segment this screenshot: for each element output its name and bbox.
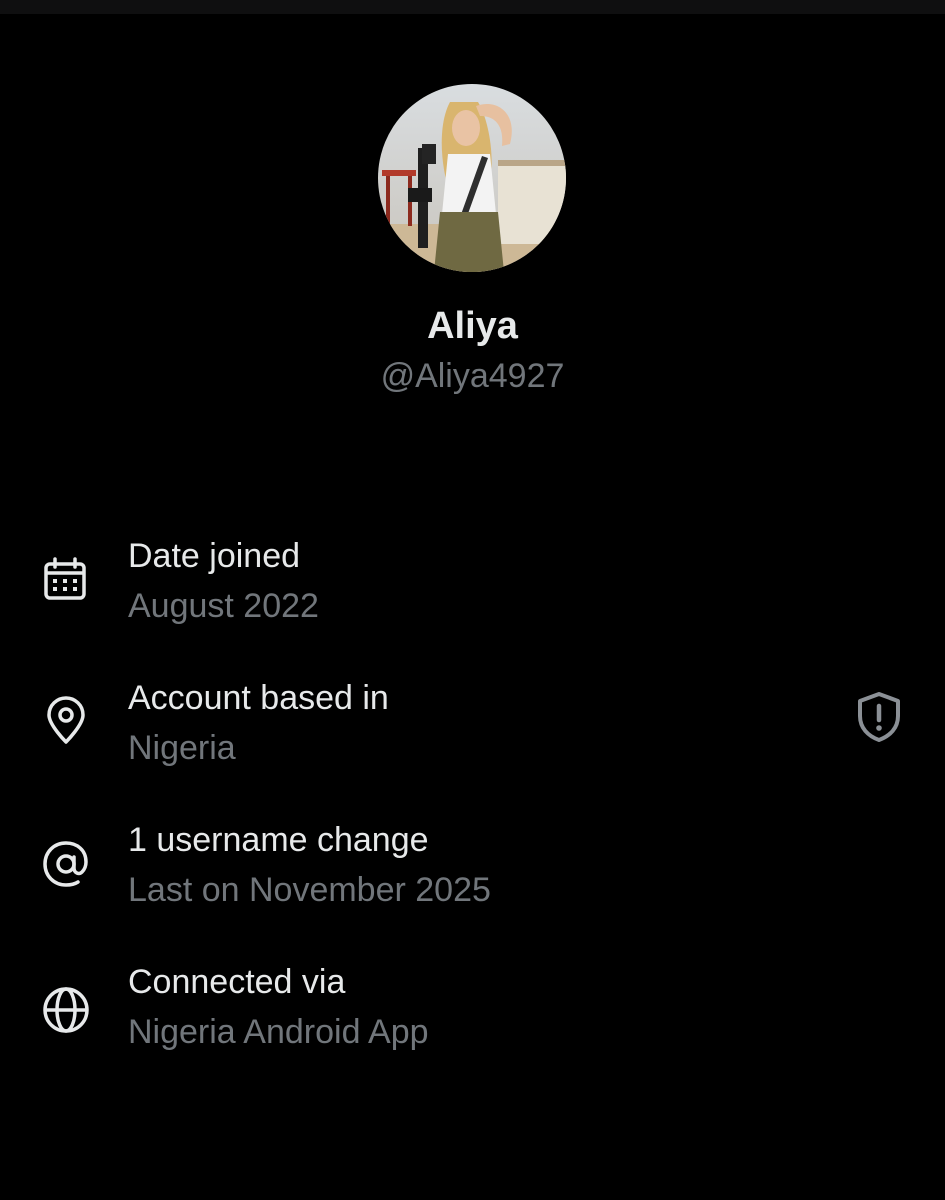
- display-name: Aliya: [427, 305, 518, 347]
- globe-icon: [43, 987, 89, 1033]
- about-row-account-based-in: Account based in Nigeria: [0, 676, 945, 786]
- profile-photo: [378, 84, 566, 272]
- about-row-label: Connected via: [128, 963, 346, 1001]
- about-row-value: Nigeria Android App: [128, 1013, 429, 1051]
- about-row-date-joined: Date joined August 2022: [0, 534, 945, 644]
- username-handle: @Aliya4927: [380, 357, 565, 395]
- about-row-username-change: 1 username change Last on November 2025: [0, 818, 945, 928]
- about-row-label: Account based in: [128, 679, 389, 717]
- about-row-value: August 2022: [128, 587, 319, 625]
- location-pin-icon: [47, 696, 85, 744]
- about-row-label: 1 username change: [128, 821, 429, 859]
- calendar-icon: [44, 557, 86, 600]
- avatar[interactable]: [378, 84, 566, 272]
- status-bar-strip: [0, 0, 945, 14]
- at-sign-icon: [43, 841, 88, 887]
- shield-alert-icon[interactable]: [854, 690, 904, 744]
- about-row-value: Last on November 2025: [128, 871, 491, 909]
- about-row-connected-via: Connected via Nigeria Android App: [0, 960, 945, 1070]
- about-row-value: Nigeria: [128, 729, 236, 767]
- about-row-label: Date joined: [128, 537, 301, 575]
